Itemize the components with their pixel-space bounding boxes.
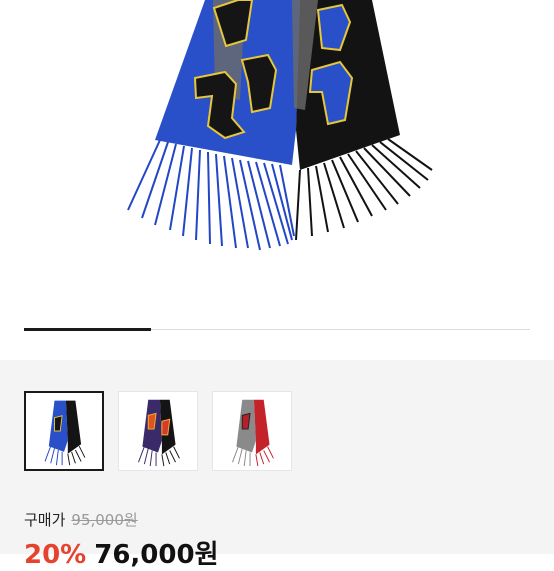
price-row: 20% 76,000원: [24, 534, 219, 571]
sale-price: 76,000원: [94, 540, 219, 570]
thumbnail-purple-orange[interactable]: [118, 391, 198, 471]
carousel-progress-track: [24, 328, 530, 331]
thumbnail-image: [232, 399, 274, 467]
original-price: 95,000원: [71, 511, 138, 529]
carousel-progress-fill: [24, 328, 151, 331]
product-image: [127, 0, 433, 251]
thumbnail-list: [24, 391, 292, 471]
thumbnail-panel: 구매가 95,000원 20% 76,000원: [0, 360, 554, 570]
thumbnail-image: [138, 399, 180, 467]
discount-rate: 20%: [24, 540, 87, 570]
thumbnail-gray-red[interactable]: [212, 391, 292, 471]
price-label: 구매가: [24, 511, 66, 529]
thumbnail-blue-black[interactable]: [24, 391, 104, 471]
price-label-row: 구매가 95,000원: [24, 509, 138, 530]
product-image-carousel[interactable]: [0, 0, 554, 360]
thumbnail-image: [44, 400, 86, 466]
